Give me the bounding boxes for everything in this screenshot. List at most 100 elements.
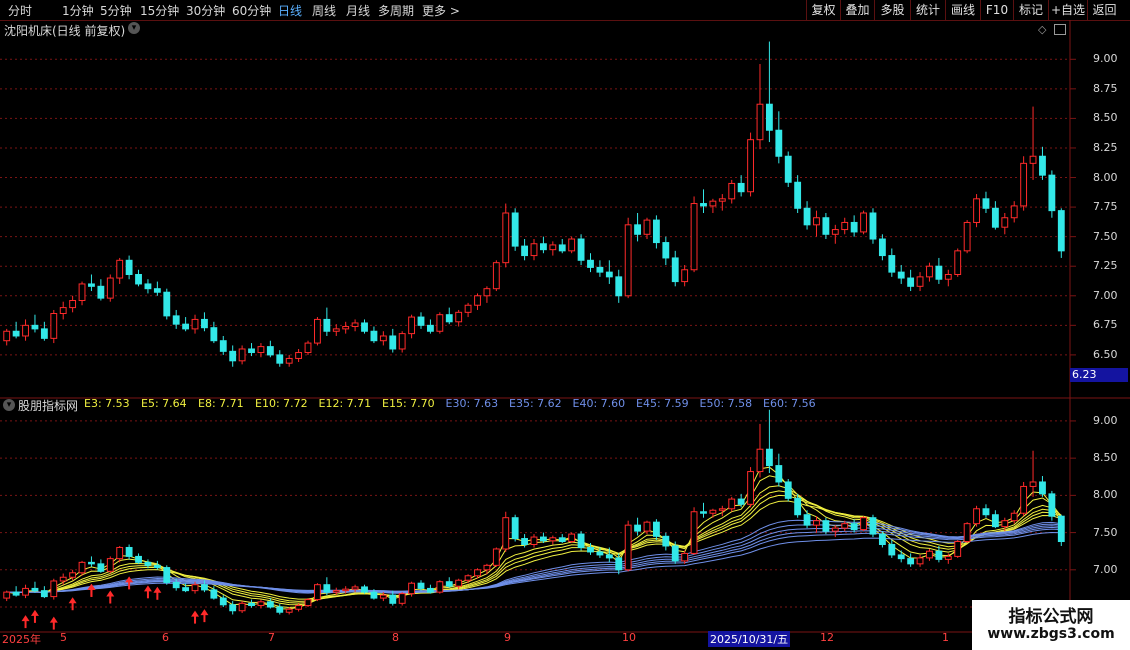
candle-body (1029, 155, 1037, 164)
candle-body (238, 602, 246, 612)
candlestick (558, 239, 566, 254)
mark-button[interactable]: 标记 (1013, 0, 1048, 20)
candle-body (596, 551, 604, 556)
candle-body (78, 561, 86, 574)
candlestick (888, 540, 896, 558)
price-tick-label: 8.25 (1093, 140, 1118, 154)
indicator-tick-label: 7.00 (1093, 562, 1118, 576)
candle-body (106, 558, 114, 572)
candle-body (634, 524, 641, 532)
candlestick (398, 592, 406, 606)
period-tab-15min[interactable]: 15分钟 (140, 2, 179, 19)
date-axis-label: 10 (622, 631, 636, 644)
candle-body (398, 333, 406, 350)
candle-body (521, 538, 529, 545)
candle-body (982, 508, 990, 516)
period-tab-30min[interactable]: 30分钟 (186, 2, 225, 19)
overlay-button[interactable]: 叠加 (840, 0, 874, 20)
panel-toggle-icon[interactable] (1054, 24, 1066, 35)
candle-body (747, 471, 754, 505)
candle-body (850, 221, 858, 233)
price-tick-label: 8.75 (1093, 81, 1118, 95)
candle-body (530, 243, 538, 257)
f10-button[interactable]: F10 (980, 0, 1013, 20)
candle-body (605, 271, 613, 278)
watermark-logo: 指标公式网 www.zbgs3.com (972, 600, 1130, 650)
candlestick (323, 307, 331, 336)
candle-body (172, 315, 180, 325)
period-tab-weekly[interactable]: 周线 (312, 2, 336, 19)
chevron-down-icon[interactable]: ▾ (128, 22, 140, 34)
candle-body (558, 537, 566, 543)
back-button[interactable]: 返回 (1087, 0, 1121, 20)
multi-stock-button[interactable]: 多股 (874, 0, 910, 20)
period-tab-intraday[interactable]: 分时 (8, 2, 32, 19)
main-panel-title: 沈阳机床(日线 前复权) (4, 24, 126, 38)
candlestick (135, 553, 142, 564)
candle-body (78, 283, 86, 302)
candle-body (59, 576, 67, 582)
candlestick (1039, 476, 1046, 497)
candlestick (568, 532, 576, 544)
candle-body (276, 354, 284, 364)
candle-body (483, 564, 491, 571)
candle-body (116, 259, 124, 279)
candlestick (690, 196, 698, 273)
period-tab-more[interactable]: 更多 > (422, 2, 460, 19)
chevron-down-icon[interactable]: ▾ (3, 399, 15, 411)
candle-body (69, 300, 77, 309)
candlestick (502, 203, 510, 268)
candlestick (850, 519, 858, 533)
candle-body (314, 318, 321, 344)
candlestick (624, 217, 632, 299)
period-tab-60min[interactable]: 60分钟 (232, 2, 271, 19)
candle-body (784, 155, 792, 183)
candle-body (916, 557, 924, 565)
period-toolbar: 分时 1分钟 5分钟 15分钟 30分钟 60分钟 日线 周线 月线 多周期 更… (0, 0, 1130, 21)
candle-body (59, 307, 67, 315)
candle-body (681, 552, 689, 562)
period-tab-monthly[interactable]: 月线 (346, 2, 370, 19)
period-tab-daily[interactable]: 日线 (278, 2, 302, 19)
period-tab-5min[interactable]: 5分钟 (100, 2, 132, 19)
candle-body (31, 324, 39, 330)
candlestick (361, 319, 368, 334)
restore-rights-button[interactable]: 复权 (806, 0, 840, 20)
candle-body (615, 557, 623, 571)
candlestick (784, 151, 792, 187)
period-tab-multi[interactable]: 多周期 (378, 2, 414, 19)
candle-body (1057, 210, 1065, 252)
candlestick (596, 260, 604, 277)
candle-body (709, 200, 717, 207)
diamond-icon[interactable]: ◇ (1038, 23, 1046, 36)
buy-signal-arrow (21, 615, 30, 629)
candle-body (718, 508, 726, 511)
arrow-head (21, 615, 30, 622)
ema-value-label: E45: 7.59 (636, 397, 689, 410)
candlestick (427, 319, 434, 334)
kline-chart[interactable] (0, 20, 1130, 650)
candle-body (3, 330, 11, 342)
draw-line-button[interactable]: 画线 (945, 0, 980, 20)
candlestick (897, 550, 905, 563)
candle-body (850, 523, 858, 531)
candlestick (163, 565, 171, 585)
candle-body (587, 546, 594, 553)
candlestick (266, 598, 274, 609)
candle-body (944, 273, 952, 280)
candlestick (257, 343, 265, 358)
candle-body (370, 591, 378, 599)
buy-signal-arrow (30, 609, 39, 623)
candlestick (587, 253, 594, 273)
add-watchlist-button[interactable]: +自选 (1048, 0, 1087, 20)
candlestick (182, 317, 190, 332)
candle-body (144, 561, 152, 566)
indicator-tick-label: 9.00 (1093, 413, 1118, 427)
ema-line-e15 (6, 500, 1062, 600)
period-tab-1min[interactable]: 1分钟 (62, 2, 94, 19)
statistics-button[interactable]: 统计 (910, 0, 945, 20)
candle-body (295, 352, 303, 359)
candlestick (897, 265, 905, 284)
candlestick (878, 234, 886, 261)
candle-body (229, 604, 237, 612)
